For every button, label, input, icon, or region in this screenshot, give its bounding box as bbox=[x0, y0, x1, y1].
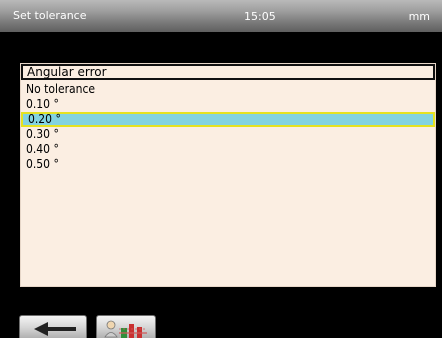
operator-settings-button[interactable] bbox=[96, 315, 156, 338]
option-no-tolerance[interactable]: No tolerance bbox=[21, 82, 435, 97]
option-0-20[interactable]: 0.20 ° bbox=[21, 112, 435, 127]
tolerance-panel: Angular error No tolerance 0.10 ° 0.20 °… bbox=[20, 63, 436, 287]
back-button[interactable] bbox=[19, 315, 87, 338]
clock: 15:05 bbox=[244, 10, 276, 23]
option-0-10[interactable]: 0.10 ° bbox=[21, 97, 435, 112]
panel-header: Angular error bbox=[21, 64, 435, 80]
option-0-50[interactable]: 0.50 ° bbox=[21, 157, 435, 172]
screen-title: Set tolerance bbox=[13, 9, 87, 22]
option-0-30[interactable]: 0.30 ° bbox=[21, 127, 435, 142]
status-bar: Set tolerance 15:05 mm bbox=[0, 0, 442, 32]
option-0-40[interactable]: 0.40 ° bbox=[21, 142, 435, 157]
arrow-left-icon bbox=[34, 322, 76, 336]
tolerance-option-list: No tolerance 0.10 ° 0.20 ° 0.30 ° 0.40 °… bbox=[21, 82, 435, 172]
unit-label: mm bbox=[408, 10, 430, 23]
screen: Set tolerance 15:05 mm Angular error No … bbox=[0, 0, 442, 338]
operator-settings-icon bbox=[104, 320, 147, 338]
